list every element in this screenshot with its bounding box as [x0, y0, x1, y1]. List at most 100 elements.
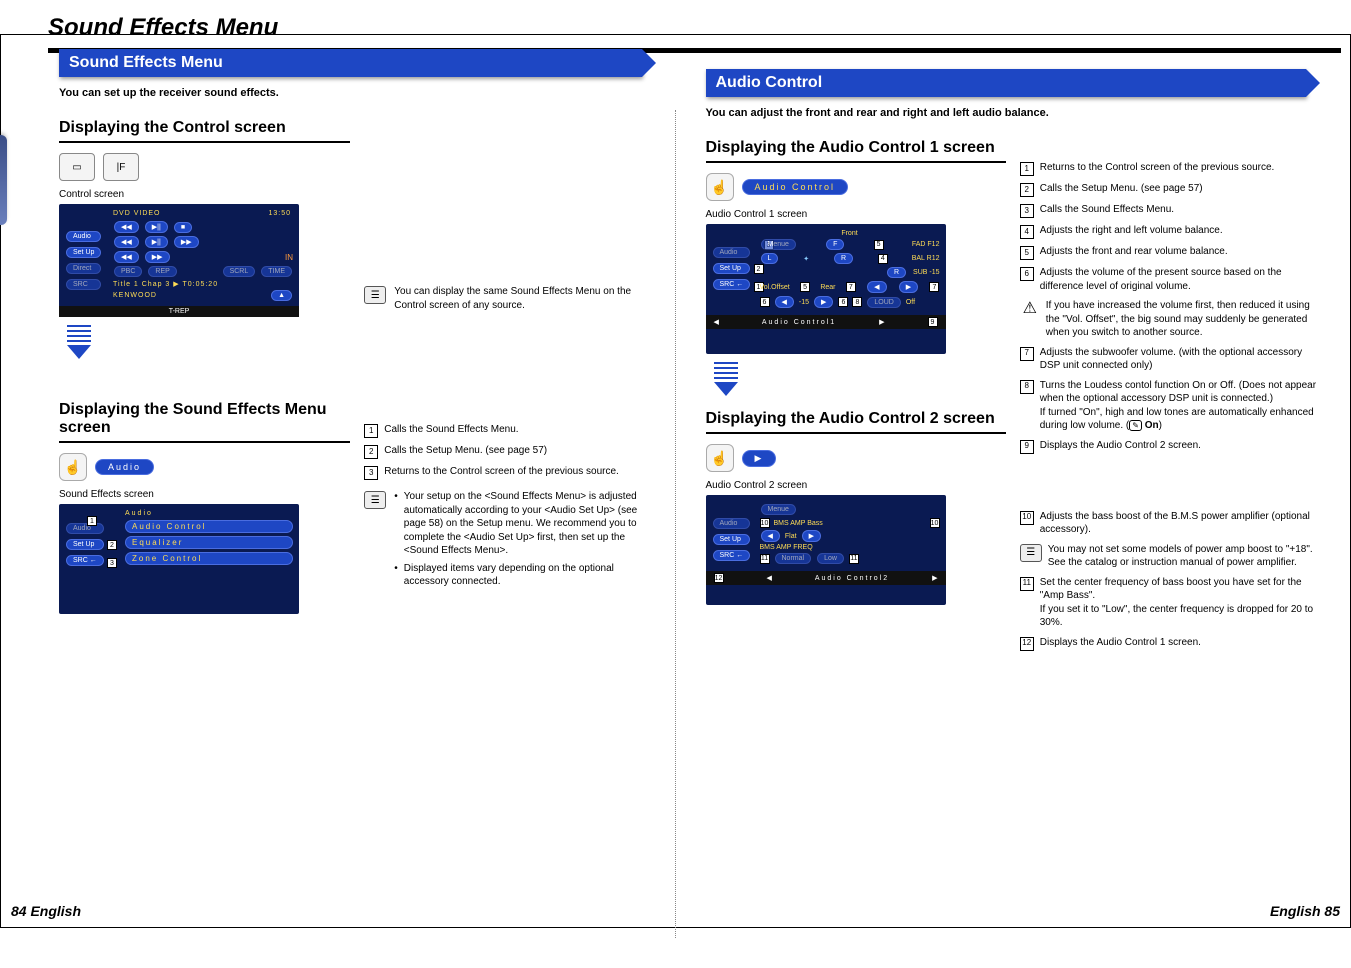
- monitor-icon: ▭: [59, 153, 95, 181]
- dvd-clock: 13:50: [268, 210, 291, 217]
- co-6b: 6: [838, 297, 848, 307]
- sfx-screen-caption: Sound Effects screen: [59, 489, 350, 500]
- ac1-loud[interactable]: LOUD: [867, 297, 900, 308]
- sfx-btn-src[interactable]: SRC ←: [66, 555, 104, 566]
- audio-control-1-screen: Audio Set Up SRC ← 1 2 3 Front Menue: [706, 224, 946, 354]
- btn-pp2[interactable]: ▶||: [145, 236, 168, 248]
- heading-ac2: Displaying the Audio Control 2 screen: [706, 410, 1006, 428]
- ac1-rr[interactable]: R: [887, 267, 906, 278]
- n2: 2: [364, 445, 378, 459]
- co-11b: 11: [849, 554, 859, 564]
- ac1-vo: Vol.Offset: [760, 284, 790, 291]
- ac1-front: Front: [760, 230, 940, 237]
- ac1-vol[interactable]: ◀: [775, 296, 794, 308]
- btn-src[interactable]: SRC: [66, 279, 101, 290]
- ac2-next[interactable]: ▶: [932, 574, 937, 582]
- audio-control-banner: Audio Control: [706, 69, 1307, 97]
- sfx-title: Audio: [125, 510, 293, 517]
- ac2-freq-l: BMS AMP FREQ: [760, 544, 940, 551]
- audio-button[interactable]: Audio: [95, 459, 154, 475]
- ac2-freq-normal[interactable]: Normal: [775, 553, 812, 564]
- control-screen-caption: Control screen: [59, 189, 350, 200]
- ac1-fad: FAD F12: [912, 241, 940, 248]
- ac1-next[interactable]: ▶: [879, 318, 884, 326]
- menu-zone-control[interactable]: Zone Control: [125, 552, 293, 565]
- btn-next[interactable]: ▶▶: [174, 236, 199, 248]
- btn-play-pause[interactable]: ▶||: [145, 221, 168, 233]
- co-8: 8: [852, 297, 862, 307]
- ac1-menu[interactable]: Menue: [761, 239, 796, 250]
- center-fold-dots: [675, 110, 676, 938]
- btn-rep[interactable]: REP: [148, 266, 176, 277]
- co-7b: 7: [929, 282, 939, 292]
- callout-3: 3: [107, 558, 117, 568]
- btn-stop[interactable]: ■: [174, 222, 192, 233]
- ac2-prev[interactable]: ◀: [766, 574, 771, 582]
- language-tab: English: [0, 135, 7, 225]
- co-11: 11: [760, 554, 770, 564]
- btn-pbc[interactable]: PBC: [114, 266, 142, 277]
- heading-sound-effects-screen: Displaying the Sound Effects Menu screen: [59, 401, 350, 437]
- menu-audio-control[interactable]: Audio Control: [125, 520, 293, 533]
- page-number-right: English 85: [1270, 903, 1340, 919]
- ac1-7l[interactable]: ◀: [867, 281, 886, 293]
- audio-control-button[interactable]: Audio Control: [742, 179, 849, 195]
- ac1-loudv: Off: [906, 299, 915, 306]
- ac2-bass-v: Flat: [785, 533, 797, 540]
- sound-effects-sub: You can set up the receiver sound effect…: [59, 87, 656, 99]
- btn-audio[interactable]: Audio: [66, 231, 101, 242]
- co-10b: 10: [930, 518, 940, 528]
- callout-1: 1: [87, 516, 97, 526]
- btn-prev[interactable]: ◀◀: [114, 236, 139, 248]
- page-number-left: 84 English: [11, 903, 81, 919]
- btn-time[interactable]: TIME: [261, 266, 292, 277]
- ac1-caption: Audio Control 1 screen: [706, 209, 1006, 220]
- ac2-freq-low[interactable]: Low: [817, 553, 844, 564]
- btn-eject[interactable]: ▲: [271, 290, 292, 301]
- co-6: 6: [760, 297, 770, 307]
- manual-spread: Sound Effects Menu English Sound Effects…: [0, 14, 1351, 968]
- ac2-menu[interactable]: Menue: [761, 504, 796, 515]
- co-12: 12: [714, 573, 724, 583]
- sfx-notes: Your setup on the <Sound Effects Menu> i…: [394, 490, 655, 593]
- warning-icon: ⚠: [1020, 300, 1040, 318]
- touch-icon: ☝: [59, 453, 87, 481]
- menu-equalizer[interactable]: Equalizer: [125, 536, 293, 549]
- page-left: English Sound Effects Menu You can set u…: [1, 35, 676, 927]
- ac2-bass-l-btn[interactable]: ◀: [761, 530, 780, 542]
- n1: 1: [364, 424, 378, 438]
- next-page-button[interactable]: ▶: [742, 450, 777, 467]
- sfx-btn-audio[interactable]: Audio: [66, 523, 104, 534]
- btn-direct[interactable]: Direct: [66, 263, 101, 274]
- heading-ac1: Displaying the Audio Control 1 screen: [706, 139, 1006, 157]
- ac1-f[interactable]: F: [826, 239, 844, 250]
- ac1-7r[interactable]: ▶: [899, 281, 918, 293]
- co-5b: 5: [800, 282, 810, 292]
- dvd-info2: KENWOOD: [113, 292, 157, 299]
- ac2-bass-r-btn[interactable]: ▶: [802, 530, 821, 542]
- note-icon: ☰: [364, 286, 386, 304]
- btn-ff[interactable]: ◀◀: [114, 251, 139, 263]
- touch-icon-2: ☝: [706, 173, 734, 201]
- sfx-btn-setup[interactable]: Set Up: [66, 539, 104, 550]
- trep-label: T-REP: [169, 308, 190, 315]
- n3: 3: [364, 466, 378, 480]
- btn-rew[interactable]: ◀◀: [114, 221, 139, 233]
- btn-setup[interactable]: Set Up: [66, 247, 101, 258]
- dvd-info1: Title 1 Chap 3 ▶ T0:05:20: [113, 280, 293, 288]
- ac1-prev[interactable]: ◀: [714, 318, 719, 326]
- ac1-vor[interactable]: ▶: [814, 296, 833, 308]
- ac1-r[interactable]: R: [834, 253, 853, 264]
- ac1-sub: SUB -15: [913, 269, 939, 276]
- btn-fff[interactable]: ▶▶: [145, 251, 170, 263]
- dvd-title: DVD VIDEO: [113, 210, 161, 217]
- note-icon-3: ☰: [1020, 544, 1042, 562]
- ac2-bass-l: BMS AMP Bass: [774, 520, 823, 527]
- heading-control-screen: Displaying the Control screen: [59, 119, 350, 137]
- touch-icon-3: ☝: [706, 444, 734, 472]
- ac2-pager: Audio Control2: [815, 575, 889, 582]
- btn-scrl[interactable]: SCRL: [223, 266, 256, 277]
- ac1-l[interactable]: L: [761, 253, 779, 264]
- audio-control-sub: You can adjust the front and rear and ri…: [706, 107, 1321, 119]
- co-10: 10: [760, 518, 770, 528]
